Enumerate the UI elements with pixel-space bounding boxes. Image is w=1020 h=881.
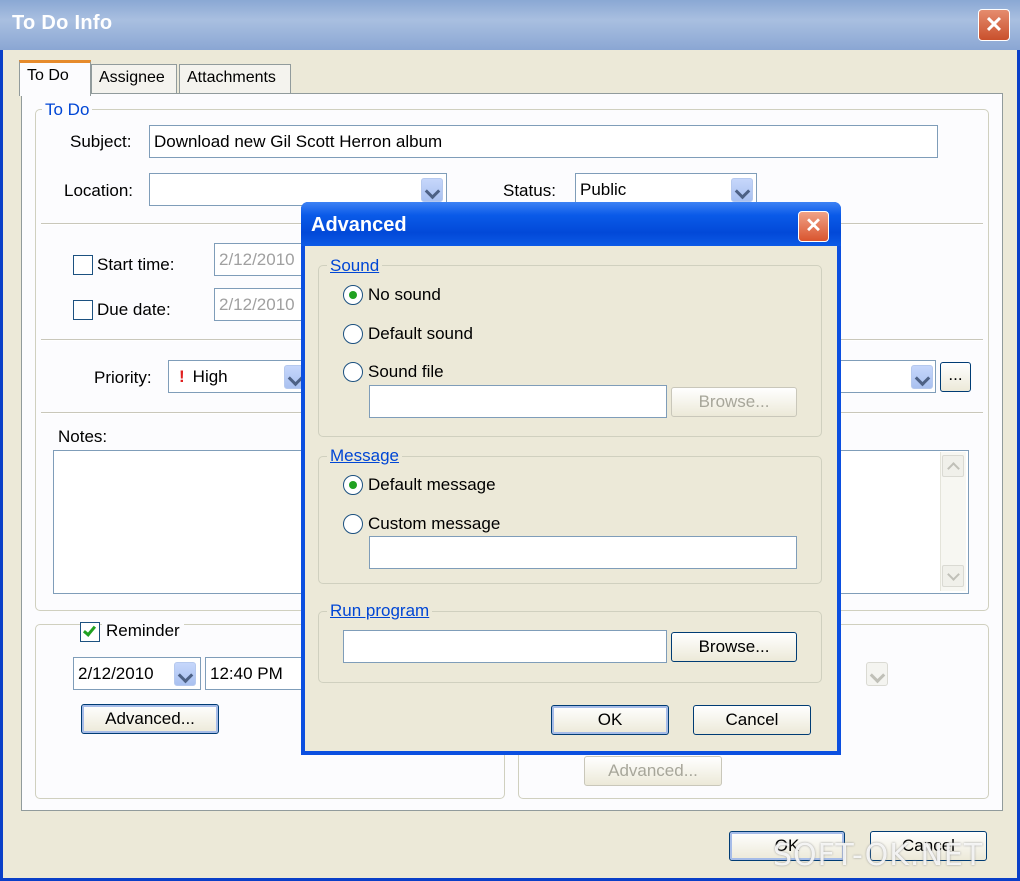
disabled-dropdown-button[interactable]: [866, 662, 888, 686]
default-message-label: Default message: [368, 475, 496, 494]
subject-value: Download new Gil Scott Herron album: [154, 132, 443, 151]
sound-browse-button[interactable]: Browse...: [671, 387, 797, 417]
notes-scrollbar[interactable]: [940, 452, 966, 591]
start-time-value: 2/12/2010: [219, 250, 295, 269]
no-sound-label: No sound: [368, 285, 441, 304]
scroll-down-icon[interactable]: [942, 565, 964, 587]
reminder-label: Reminder: [102, 621, 184, 641]
due-date-label: Due date:: [97, 300, 171, 319]
custom-message-input[interactable]: [369, 536, 797, 569]
status-dropdown-button[interactable]: [731, 178, 753, 202]
location-dropdown-button[interactable]: [421, 178, 443, 202]
sound-file-input[interactable]: [369, 385, 667, 418]
reminder-checkbox[interactable]: [80, 622, 100, 642]
right-advanced-label: Advanced...: [608, 761, 698, 780]
dialog-close-button[interactable]: ✕: [798, 211, 829, 242]
sound-group-label: Sound: [327, 256, 383, 276]
reminder-advanced-button[interactable]: Advanced...: [81, 704, 219, 734]
tab-assignee[interactable]: Assignee: [91, 64, 177, 94]
checkmark-icon: [82, 623, 97, 637]
ellipsis-icon: ...: [948, 365, 963, 384]
advanced-dialog-body: Sound No sound Default sound Sound file …: [305, 246, 837, 751]
reminder-time-field[interactable]: 12:40 PM: [205, 657, 305, 690]
run-program-browse-label: Browse...: [698, 637, 770, 656]
tab-todo[interactable]: To Do: [19, 60, 91, 96]
sound-browse-label: Browse...: [698, 392, 770, 411]
todo-group-label: To Do: [42, 100, 93, 120]
more-options-button[interactable]: ...: [940, 362, 971, 392]
watermark: SOFT-OK.NET: [773, 838, 984, 873]
advanced-dialog-title-bar[interactable]: Advanced ✕: [301, 202, 841, 246]
dialog-ok-label: OK: [597, 710, 623, 729]
title-bar[interactable]: To Do Info ✕: [0, 0, 1020, 50]
tab-attachments[interactable]: Attachments: [179, 64, 291, 94]
start-time-label: Start time:: [97, 255, 175, 274]
tab-todo-label: To Do: [27, 67, 69, 84]
advanced-dialog: Advanced ✕ Sound No sound Default sound …: [301, 202, 841, 755]
advanced-dialog-title: Advanced: [311, 214, 407, 236]
default-message-radio[interactable]: [343, 475, 363, 495]
run-program-input[interactable]: [343, 630, 667, 663]
close-icon: ✕: [805, 215, 822, 237]
run-program-browse-button[interactable]: Browse...: [671, 632, 797, 662]
priority-high-icon: !: [179, 367, 185, 386]
status-label: Status:: [503, 181, 556, 200]
window-title: To Do Info: [12, 12, 113, 34]
tab-assignee-label: Assignee: [99, 69, 165, 86]
reminder-time-value: 12:40 PM: [210, 664, 283, 683]
custom-message-radio[interactable]: [343, 514, 363, 534]
reminder-advanced-label: Advanced...: [105, 709, 195, 728]
subject-label: Subject:: [70, 132, 132, 151]
close-icon: ✕: [984, 12, 1004, 37]
priority-value: High: [192, 367, 228, 386]
start-time-date-field[interactable]: 2/12/2010: [214, 243, 314, 276]
due-date-checkbox[interactable]: [73, 300, 93, 320]
custom-message-label: Custom message: [368, 514, 501, 533]
sound-file-label: Sound file: [368, 362, 444, 381]
scroll-up-icon[interactable]: [942, 455, 964, 477]
dialog-ok-button[interactable]: OK: [551, 705, 669, 735]
dialog-cancel-label: Cancel: [725, 710, 779, 729]
start-time-checkbox[interactable]: [73, 255, 93, 275]
dialog-cancel-button[interactable]: Cancel: [693, 705, 811, 735]
default-sound-radio[interactable]: [343, 324, 363, 344]
priority-label: Priority:: [94, 368, 152, 387]
due-date-value: 2/12/2010: [219, 295, 295, 314]
notes-label: Notes:: [58, 427, 108, 446]
reminder-date-value: 2/12/2010: [78, 664, 154, 683]
no-sound-radio[interactable]: [343, 285, 363, 305]
status-value: Public: [580, 180, 627, 199]
right-advanced-button[interactable]: Advanced...: [584, 756, 722, 786]
category-dropdown-button[interactable]: [911, 365, 933, 389]
reminder-date-dropdown-button[interactable]: [174, 662, 196, 686]
tab-attachments-label: Attachments: [187, 69, 276, 86]
default-sound-label: Default sound: [368, 324, 473, 343]
sound-file-radio[interactable]: [343, 362, 363, 382]
window-close-button[interactable]: ✕: [978, 9, 1010, 41]
due-date-field[interactable]: 2/12/2010: [214, 288, 314, 321]
run-program-group-label: Run program: [327, 601, 433, 621]
message-group-label: Message: [327, 446, 402, 466]
subject-input[interactable]: Download new Gil Scott Herron album: [149, 125, 938, 158]
location-label: Location:: [64, 181, 133, 200]
